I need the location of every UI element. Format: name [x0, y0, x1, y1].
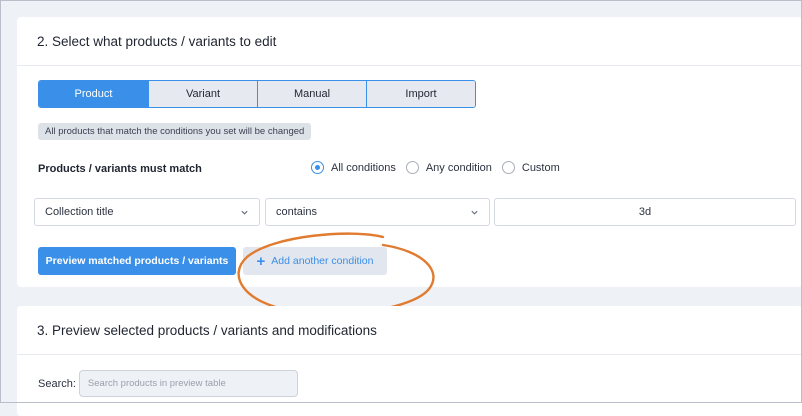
radio-custom[interactable]: Custom [501, 161, 560, 174]
radio-all-conditions[interactable]: All conditions [311, 161, 396, 174]
search-input[interactable] [78, 370, 298, 397]
match-radio-group: All conditions Any condition Custom [311, 161, 570, 174]
info-badge: All products that match the conditions y… [38, 123, 312, 140]
search-label: Search: [38, 377, 76, 390]
condition-field-value: Collection title [45, 206, 114, 218]
section-select-products: 2. Select what products / variants to ed… [17, 17, 802, 315]
tab-variant[interactable]: Variant [148, 81, 257, 107]
radio-label: Any condition [425, 161, 492, 174]
match-label: Products / variants must match [38, 163, 202, 175]
chevron-down-icon [241, 210, 248, 215]
radio-label: Custom [521, 161, 560, 174]
radio-button[interactable] [405, 161, 419, 174]
condition-operator-value: contains [276, 206, 317, 218]
tab-manual[interactable]: Manual [257, 81, 366, 107]
condition-value-input[interactable]: 3d [494, 198, 796, 226]
preview-matched-button[interactable]: Preview matched products / variants [38, 247, 236, 275]
condition-operator-select[interactable]: contains [265, 198, 490, 226]
radio-any-condition[interactable]: Any condition [405, 161, 492, 174]
tab-product[interactable]: Product [39, 81, 148, 107]
add-condition-label: Add another condition [271, 255, 374, 267]
condition-field-select[interactable]: Collection title [34, 198, 260, 226]
radio-button-checked[interactable] [311, 161, 324, 174]
section-title-select: 2. Select what products / variants to ed… [17, 17, 802, 66]
search-row: Search: [38, 370, 298, 397]
section-title-preview: 3. Preview selected products / variants … [17, 306, 802, 355]
chevron-down-icon [471, 210, 478, 215]
plus-icon: + [256, 252, 266, 270]
tab-import[interactable]: Import [366, 81, 475, 107]
mode-tabs: Product Variant Manual Import [38, 80, 476, 108]
radio-button[interactable] [501, 161, 515, 174]
section-preview: 3. Preview selected products / variants … [17, 306, 802, 416]
radio-label: All conditions [331, 161, 396, 174]
add-condition-button[interactable]: + Add another condition [243, 247, 387, 275]
